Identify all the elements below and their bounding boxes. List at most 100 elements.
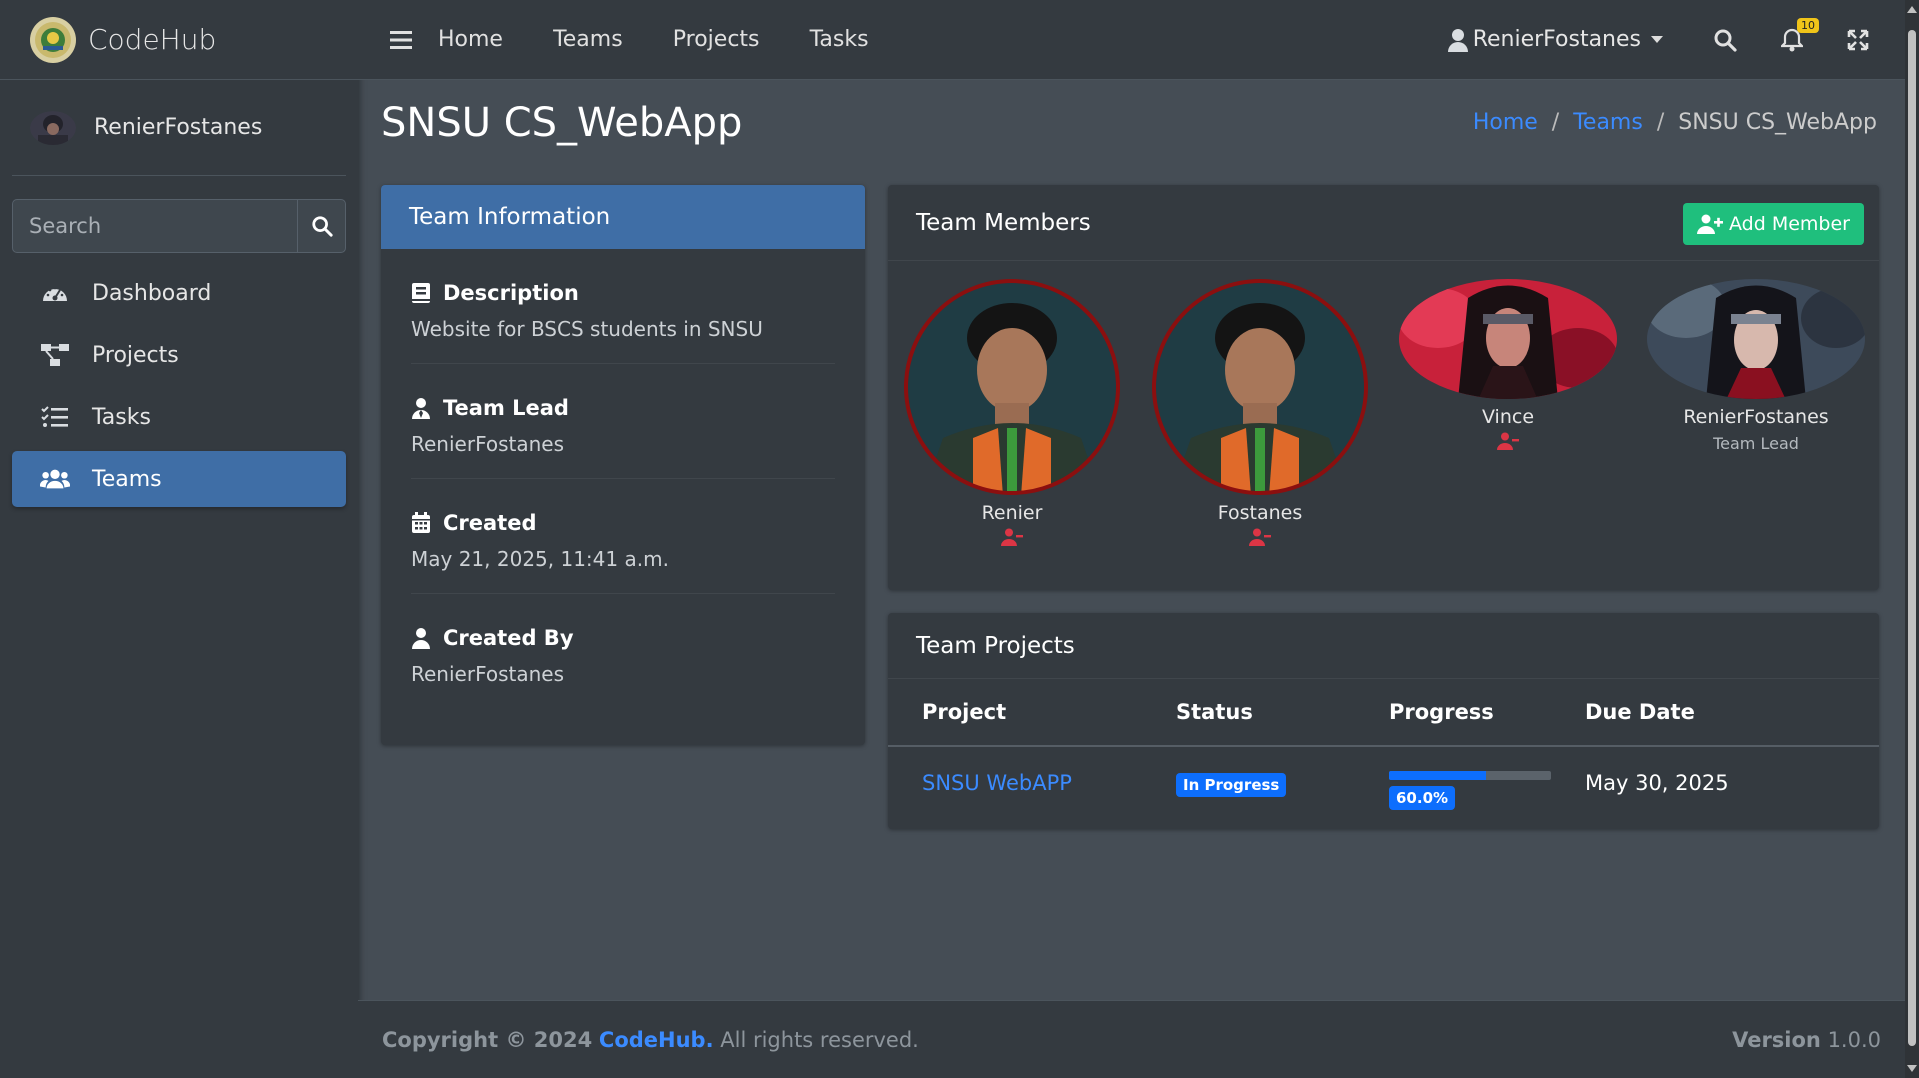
- team-lead-label-row: Team Lead: [411, 396, 835, 420]
- page-title: SNSU CS_WebApp: [381, 100, 743, 146]
- remove-member-icon[interactable]: [902, 528, 1122, 546]
- team-lead-section: Team Lead RenierFostanes: [411, 364, 835, 479]
- search-input[interactable]: [13, 200, 297, 252]
- created-by-value: RenierFostanes: [411, 662, 565, 686]
- menu-toggle-icon[interactable]: [390, 30, 412, 50]
- chevron-down-icon: [1651, 36, 1663, 43]
- top-search-icon[interactable]: [1713, 28, 1737, 52]
- user-plus-icon: [1697, 214, 1724, 234]
- top-nav-projects[interactable]: Projects: [673, 27, 760, 52]
- created-label-row: Created: [411, 511, 835, 535]
- user-tie-icon: [411, 397, 433, 419]
- progress-bar: [1389, 770, 1551, 780]
- user-panel[interactable]: RenierFostanes: [12, 80, 346, 176]
- member-role: Team Lead: [1713, 434, 1799, 453]
- member-name: Renier: [981, 502, 1043, 524]
- search-button[interactable]: [297, 200, 345, 252]
- sidebar-item-label: Dashboard: [92, 280, 212, 306]
- topbar-right: RenierFostanes 10: [1447, 17, 1905, 52]
- member-avatar[interactable]: [1150, 278, 1370, 496]
- member-card: Fostanes: [1150, 278, 1370, 546]
- page-scrollbar[interactable]: [1905, 0, 1919, 1078]
- progress-badge: 60.0%: [1389, 785, 1456, 810]
- team-lead-label: Team Lead: [443, 396, 569, 420]
- column-header-project: Project: [922, 700, 1007, 724]
- brand[interactable]: CodeHub: [0, 0, 358, 80]
- sidebar-item-label: Projects: [92, 342, 179, 368]
- notifications-bell-icon[interactable]: 10: [1781, 17, 1819, 52]
- member-avatar[interactable]: [1646, 278, 1866, 400]
- user-icon: [1447, 28, 1469, 52]
- created-by-section: Created By RenierFostanes: [411, 594, 835, 708]
- team-members-card: Team Members Add Member Renier Fostanes …: [888, 185, 1879, 590]
- created-by-label-row: Created By: [411, 626, 835, 650]
- version: Version 1.0.0: [1732, 1028, 1881, 1052]
- scrollbar-thumb[interactable]: [1908, 30, 1916, 1046]
- footer: Copyright © 2024 CodeHub. All rights res…: [358, 1000, 1905, 1078]
- description-label-row: Description: [411, 281, 835, 305]
- description-value: Website for BSCS students in SNSU: [411, 317, 763, 341]
- member-avatar[interactable]: [1398, 278, 1618, 400]
- calendar-icon: [411, 512, 433, 534]
- tasks-list-icon: [40, 405, 70, 429]
- top-nav-teams[interactable]: Teams: [553, 27, 623, 52]
- breadcrumb-home[interactable]: Home: [1473, 110, 1538, 135]
- copyright-prefix: Copyright © 2024: [382, 1027, 593, 1052]
- remove-member-icon[interactable]: [1150, 528, 1370, 546]
- breadcrumb-teams[interactable]: Teams: [1573, 110, 1643, 135]
- breadcrumb-separator: /: [1551, 110, 1560, 135]
- team-members-title: Team Members: [916, 209, 1091, 236]
- team-lead-value: RenierFostanes: [411, 432, 565, 456]
- user-icon: [411, 627, 433, 649]
- created-section: Created May 21, 2025, 11:41 a.m.: [411, 479, 835, 594]
- add-member-label: Add Member: [1729, 213, 1850, 235]
- search-icon: [311, 215, 333, 237]
- team-information-card: Team Information Description Website for…: [381, 185, 865, 745]
- sidebar-nav: Dashboard Projects Tasks Teams: [0, 265, 358, 507]
- footer-brand-link[interactable]: CodeHub.: [599, 1028, 714, 1052]
- table-header: Project Status Progress Due Date: [888, 679, 1879, 747]
- scroll-down-arrow-icon[interactable]: [1907, 1065, 1917, 1072]
- breadcrumb-current: SNSU CS_WebApp: [1678, 110, 1877, 135]
- description-section: Description Website for BSCS students in…: [411, 249, 835, 364]
- created-label: Created: [443, 511, 537, 535]
- add-member-button[interactable]: Add Member: [1683, 203, 1864, 245]
- top-nav-tasks[interactable]: Tasks: [810, 27, 869, 52]
- sidebar-item-projects[interactable]: Projects: [12, 327, 346, 383]
- column-header-progress: Progress: [1389, 700, 1494, 724]
- sidebar-item-tasks[interactable]: Tasks: [12, 389, 346, 445]
- description-label: Description: [443, 281, 579, 305]
- member-name: RenierFostanes: [1683, 406, 1829, 428]
- member-card: Renier: [902, 278, 1122, 546]
- member-name: Vince: [1481, 406, 1535, 428]
- sidebar-item-label: Tasks: [92, 404, 151, 430]
- created-by-label: Created By: [443, 626, 574, 650]
- project-diagram-icon: [40, 342, 70, 368]
- user-dropdown[interactable]: RenierFostanes: [1447, 27, 1663, 52]
- brand-logo: [30, 16, 76, 63]
- created-value: May 21, 2025, 11:41 a.m.: [411, 547, 669, 571]
- status-badge: In Progress: [1176, 773, 1287, 797]
- tachometer-icon: [40, 281, 70, 305]
- fullscreen-icon[interactable]: [1847, 29, 1869, 51]
- column-header-status: Status: [1176, 700, 1253, 724]
- member-card: Vince: [1398, 278, 1618, 450]
- team-members-header: Team Members Add Member: [888, 185, 1879, 261]
- avatar: [30, 110, 76, 145]
- sidebar-item-dashboard[interactable]: Dashboard: [12, 265, 346, 321]
- sidebar-user-name: RenierFostanes: [94, 115, 263, 140]
- brand-name: CodeHub: [88, 23, 217, 56]
- sidebar-item-teams[interactable]: Teams: [12, 451, 346, 507]
- sidebar: CodeHub RenierFostanes Dashboard Project…: [0, 0, 358, 1078]
- project-link[interactable]: SNSU WebAPP: [922, 771, 1072, 795]
- version-label: Version: [1732, 1027, 1821, 1052]
- user-dropdown-label: RenierFostanes: [1472, 27, 1641, 52]
- copyright: Copyright © 2024 CodeHub. All rights res…: [382, 1028, 919, 1052]
- top-nav-home[interactable]: Home: [438, 27, 503, 52]
- remove-member-icon[interactable]: [1398, 432, 1618, 450]
- team-projects-title: Team Projects: [916, 632, 1075, 659]
- member-avatar[interactable]: [902, 278, 1122, 496]
- version-number: 1.0.0: [1827, 1027, 1881, 1052]
- progress-bar-fill: [1389, 770, 1487, 780]
- scroll-up-arrow-icon[interactable]: [1907, 6, 1917, 13]
